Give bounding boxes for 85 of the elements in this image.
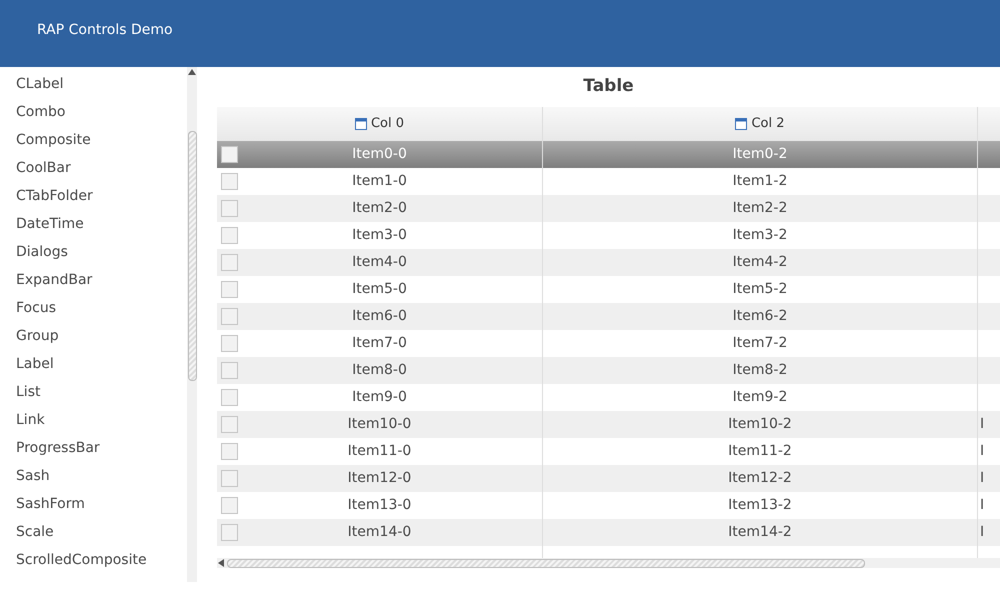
- vertical-scrollbar[interactable]: [187, 67, 197, 582]
- table-cell-text: Item1-2: [732, 172, 788, 191]
- table-cell-text: Item11-2: [728, 442, 792, 461]
- table-cell-text: Item6-0: [352, 307, 407, 326]
- table-cell-text: Item14-0: [348, 523, 412, 542]
- table-cell-text: I: [980, 442, 984, 461]
- table-row[interactable]: Item8-0 Item8-2: [217, 357, 1000, 384]
- table-cell-text: Item0-0: [352, 145, 407, 164]
- sidebar-item[interactable]: Focus: [0, 294, 187, 322]
- table-cell-text: Item0-2: [732, 145, 788, 164]
- table-cell-text: Item13-2: [728, 496, 792, 515]
- table-cell-text: Item5-2: [732, 280, 788, 299]
- table-row[interactable]: Item6-0 Item6-2: [217, 303, 1000, 330]
- table-cell-text: I: [980, 496, 984, 515]
- row-checkbox[interactable]: [221, 497, 238, 514]
- sidebar-item[interactable]: DateTime: [0, 210, 187, 238]
- row-checkbox[interactable]: [221, 146, 238, 163]
- table-cell-text: Item2-2: [732, 199, 788, 218]
- table-cell-text: Item8-2: [732, 361, 788, 380]
- row-checkbox[interactable]: [221, 443, 238, 460]
- table-cell-text: Item9-2: [732, 388, 788, 407]
- sidebar-item[interactable]: ExpandBar: [0, 266, 187, 294]
- table-row[interactable]: Item4-0 Item4-2: [217, 249, 1000, 276]
- app-title: RAP Controls Demo: [37, 22, 173, 38]
- sidebar-item[interactable]: Link: [0, 406, 187, 434]
- row-checkbox[interactable]: [221, 173, 238, 190]
- table-cell-text: Item8-0: [352, 361, 407, 380]
- table-cell-text: Item3-2: [732, 226, 788, 245]
- table-cell-text: Item4-0: [352, 253, 407, 272]
- sidebar-item[interactable]: ProgressBar: [0, 434, 187, 462]
- sidebar-item[interactable]: Dialogs: [0, 238, 187, 266]
- row-checkbox[interactable]: [221, 470, 238, 487]
- row-checkbox[interactable]: [221, 254, 238, 271]
- sidebar-item[interactable]: Scale: [0, 518, 187, 546]
- table-row[interactable]: Item2-0 Item2-2: [217, 195, 1000, 222]
- table-cell-text: Item14-2: [728, 523, 792, 542]
- row-checkbox[interactable]: [221, 281, 238, 298]
- sidebar-item[interactable]: ScrolledComposite: [0, 546, 187, 574]
- scroll-left-icon[interactable]: [218, 559, 224, 567]
- table-cell-text: I: [980, 523, 984, 542]
- sidebar-item[interactable]: Group: [0, 322, 187, 350]
- sidebar-item[interactable]: Sash: [0, 462, 187, 490]
- sidebar-item[interactable]: Composite: [0, 126, 187, 154]
- row-checkbox[interactable]: [221, 524, 238, 541]
- table-cell-text: Item6-2: [732, 307, 788, 326]
- table-cell-text: Item9-0: [352, 388, 407, 407]
- table-cell-text: Item11-0: [348, 442, 412, 461]
- scrollbar-thumb[interactable]: [227, 558, 865, 568]
- sidebar-item[interactable]: CTabFolder: [0, 182, 187, 210]
- scroll-up-icon[interactable]: [188, 69, 196, 75]
- column-icon: [735, 118, 748, 130]
- table-row[interactable]: Item14-0 Item14-2 I: [217, 519, 1000, 546]
- table-cell-text: I: [980, 469, 984, 488]
- row-checkbox[interactable]: [221, 335, 238, 352]
- row-checkbox[interactable]: [221, 227, 238, 244]
- table-row[interactable]: Item12-0 Item12-2 I: [217, 465, 1000, 492]
- sidebar-item[interactable]: CLabel: [0, 70, 187, 98]
- horizontal-scrollbar[interactable]: [217, 558, 1000, 568]
- table-cell-text: Item7-0: [352, 334, 407, 353]
- row-checkbox[interactable]: [221, 416, 238, 433]
- table-cell-text: Item1-0: [352, 172, 407, 191]
- row-checkbox[interactable]: [221, 362, 238, 379]
- table-cell-text: Item7-2: [732, 334, 788, 353]
- sidebar-item[interactable]: Label: [0, 350, 187, 378]
- table-cell-text: Item10-0: [348, 415, 412, 434]
- sidebar-item[interactable]: CoolBar: [0, 154, 187, 182]
- table-row[interactable]: Item10-0 Item10-2 I: [217, 411, 1000, 438]
- table-cell-text: Item12-2: [728, 469, 792, 488]
- row-checkbox[interactable]: [221, 389, 238, 406]
- scrollbar-thumb[interactable]: [188, 131, 196, 381]
- table-cell-text: Item12-0: [348, 469, 412, 488]
- table-cell-text: Item5-0: [352, 280, 407, 299]
- table-cell-text: I: [980, 415, 984, 434]
- sidebar-item[interactable]: Combo: [0, 98, 187, 126]
- page-title: Table: [583, 75, 634, 98]
- table-cell-text: Item10-2: [728, 415, 792, 434]
- sidebar-item[interactable]: List: [0, 378, 187, 406]
- table-cell-text: Item2-0: [352, 199, 407, 218]
- row-checkbox[interactable]: [221, 308, 238, 325]
- table-cell-text: Item3-0: [352, 226, 407, 245]
- table-cell-text: Item4-2: [732, 253, 788, 272]
- table-cell-text: Item13-0: [348, 496, 412, 515]
- row-checkbox[interactable]: [221, 200, 238, 217]
- column-icon: [354, 118, 367, 130]
- sidebar-item[interactable]: SashForm: [0, 490, 187, 518]
